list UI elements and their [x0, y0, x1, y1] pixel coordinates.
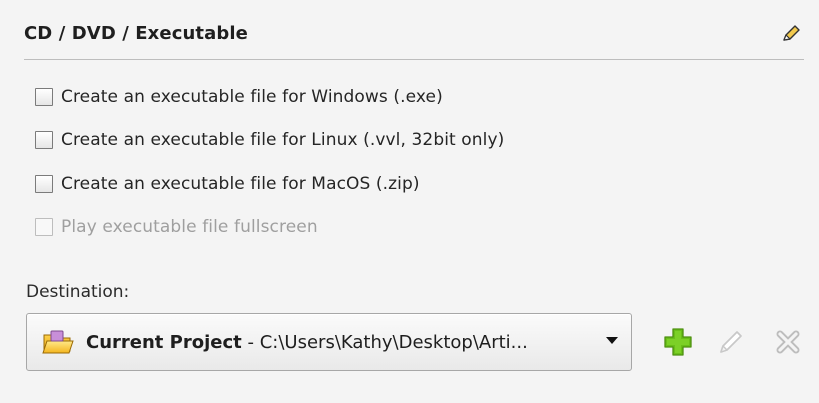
section-header: CD / DVD / Executable — [24, 22, 804, 56]
windows-executable-option[interactable]: Create an executable file for Windows (.… — [35, 83, 443, 111]
plus-icon[interactable] — [662, 326, 694, 358]
windows-executable-label: Create an executable file for Windows (.… — [61, 87, 443, 107]
pencil-icon — [720, 331, 742, 353]
fullscreen-option: Play executable file fullscreen — [35, 213, 318, 241]
destination-separator: - — [241, 331, 260, 353]
cd-dvd-executable-panel: CD / DVD / Executable Create an executab… — [8, 4, 808, 400]
destination-label: Destination: — [26, 282, 130, 302]
windows-executable-checkbox[interactable] — [35, 88, 53, 106]
fullscreen-checkbox — [35, 218, 53, 236]
destination-selected-value: Current Project - C:\Users\Kathy\Desktop… — [86, 332, 528, 353]
fullscreen-label: Play executable file fullscreen — [61, 217, 318, 237]
linux-executable-label: Create an executable file for Linux (.vv… — [61, 130, 505, 150]
macos-executable-checkbox[interactable] — [35, 175, 53, 193]
pencil-icon[interactable] — [779, 22, 803, 46]
macos-executable-option[interactable]: Create an executable file for MacOS (.zi… — [35, 170, 420, 198]
destination-dropdown[interactable]: Current Project - C:\Users\Kathy\Desktop… — [26, 313, 632, 371]
section-title: CD / DVD / Executable — [24, 23, 248, 44]
destination-name: Current Project — [86, 331, 242, 353]
linux-executable-option[interactable]: Create an executable file for Linux (.vv… — [35, 126, 504, 154]
close-icon — [776, 330, 800, 354]
folder-open-icon — [42, 330, 74, 354]
linux-executable-checkbox[interactable] — [35, 131, 53, 149]
destination-path: C:\Users\Kathy\Desktop\Arti... — [259, 331, 528, 353]
chevron-down-icon[interactable] — [606, 337, 618, 344]
header-divider — [24, 59, 804, 60]
macos-executable-label: Create an executable file for MacOS (.zi… — [61, 174, 420, 194]
